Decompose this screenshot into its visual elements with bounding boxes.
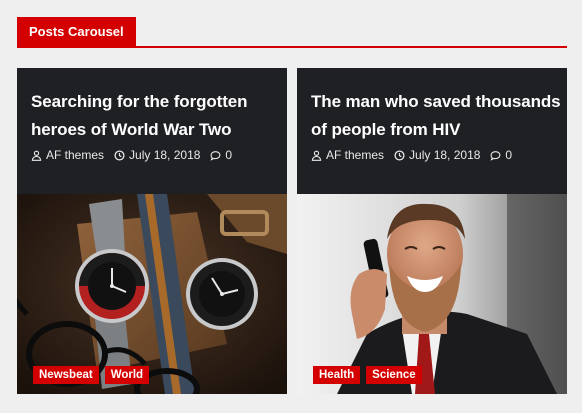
widget-header: Posts Carousel [17, 17, 567, 48]
bearded-man-illustration [297, 194, 567, 394]
comment-icon [210, 150, 221, 161]
category-tag[interactable]: Newsbeat [33, 366, 99, 384]
category-tag[interactable]: World [104, 366, 150, 384]
clock-icon [394, 149, 405, 161]
post-title[interactable]: Searching for the forgotten heroes of Wo… [31, 88, 281, 144]
watches-illustration [17, 194, 287, 394]
date-meta: July 18, 2018 [114, 148, 200, 162]
author-name: AF themes [326, 148, 385, 162]
user-icon [311, 150, 322, 161]
comment-count: 0 [505, 148, 513, 162]
comment-count: 0 [225, 148, 233, 162]
post-card[interactable]: The man who saved thousands of people fr… [297, 68, 567, 394]
watches-image[interactable]: Newsbeat World [17, 194, 287, 394]
date-meta: July 18, 2018 [394, 148, 480, 162]
category-tags: Health Science [313, 366, 428, 384]
comment-icon [490, 150, 501, 161]
post-title[interactable]: The man who saved thousands of people fr… [311, 88, 561, 144]
post-date: July 18, 2018 [409, 148, 481, 162]
post-meta: AF themes July 18, 2018 0 [311, 148, 522, 162]
category-tag[interactable]: Health [313, 366, 361, 384]
widget-title: Posts Carousel [17, 17, 136, 46]
author-name: AF themes [46, 148, 105, 162]
comments-meta[interactable]: 0 [210, 148, 232, 162]
author-meta[interactable]: AF themes [311, 148, 384, 162]
author-meta[interactable]: AF themes [31, 148, 104, 162]
post-meta: AF themes July 18, 2018 0 [31, 148, 242, 162]
category-tag[interactable]: Science [366, 366, 422, 384]
bearded-man-phone-image[interactable]: Health Science [297, 194, 567, 394]
user-icon [31, 150, 42, 161]
comments-meta[interactable]: 0 [490, 148, 512, 162]
category-tags: Newsbeat World [33, 366, 155, 384]
post-card[interactable]: Searching for the forgotten heroes of Wo… [17, 68, 287, 394]
post-date: July 18, 2018 [129, 148, 201, 162]
clock-icon [114, 149, 125, 161]
